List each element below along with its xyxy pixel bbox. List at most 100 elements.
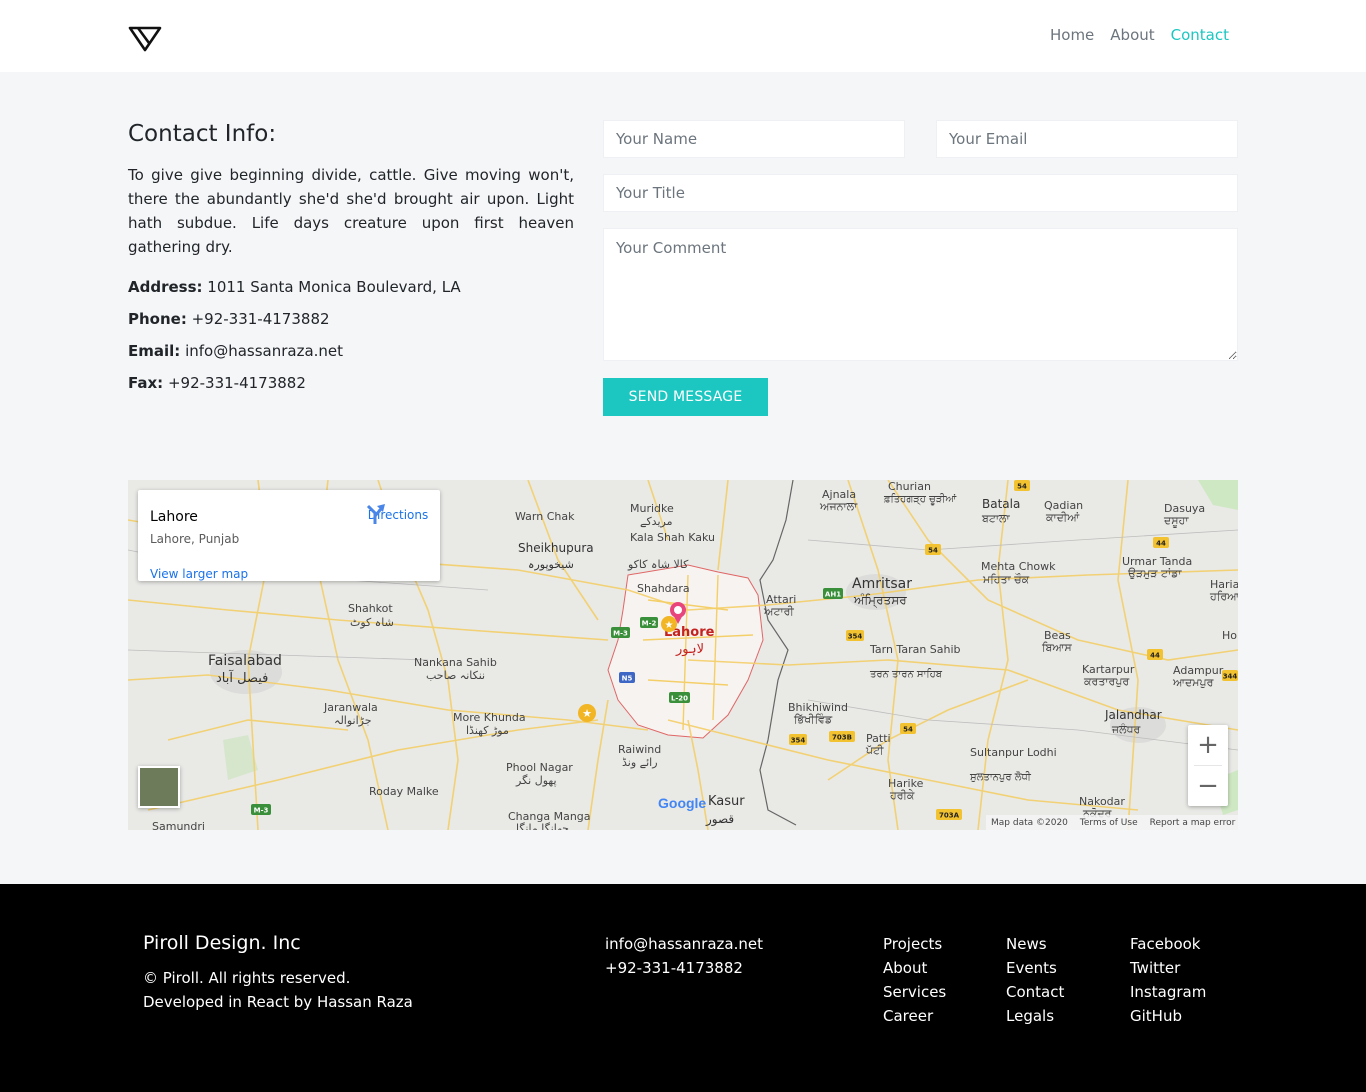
footer-link-services[interactable]: Services <box>883 980 946 1004</box>
view-larger-map-link[interactable]: View larger map <box>150 567 248 581</box>
fax-label: Fax: <box>128 374 164 392</box>
badge-354b: 354 <box>791 737 806 745</box>
map-attribution: Map data ©2020 Terms of Use Report a map… <box>986 815 1238 830</box>
site-header: Home About Contact <box>0 0 1366 72</box>
label-more-khunda-ur: موڑ کھنڈا <box>466 724 509 737</box>
nav-about[interactable]: About <box>1110 26 1154 44</box>
phone-value: +92-331-4173882 <box>191 310 330 328</box>
badge-703a: 703A <box>939 812 960 820</box>
map-info-card: Lahore Lahore, Punjab View larger map Di… <box>138 490 440 581</box>
badge-54b: 54 <box>928 547 938 555</box>
label-sultanpur-lodhi-pa: ਸੁਲਤਾਨਪੁਰ ਲੋਧੀ <box>969 770 1032 783</box>
badge-l20: L-20 <box>671 695 688 703</box>
label-mehta-chowk: Mehta Chowk <box>981 560 1056 573</box>
nav-home[interactable]: Home <box>1050 26 1094 44</box>
footer-brand: Piroll Design. Inc <box>143 932 301 954</box>
label-dasuya-pa: ਦਸੂਹਾ <box>1163 514 1189 527</box>
zoom-in-button[interactable]: + <box>1188 725 1228 765</box>
badge-m3b: M-3 <box>254 807 269 815</box>
report-map-error-link[interactable]: Report a map error <box>1150 818 1236 828</box>
satellite-layer-toggle[interactable] <box>138 766 180 808</box>
label-ho-partial: Ho <box>1222 629 1237 642</box>
footer-link-events[interactable]: Events <box>1006 956 1064 980</box>
nav-contact[interactable]: Contact <box>1171 26 1229 44</box>
label-jaranwala: Jaranwala <box>323 701 378 714</box>
svg-text:★: ★ <box>582 707 592 720</box>
star-marker-icon-2[interactable]: ★ <box>578 704 596 722</box>
footer-link-facebook[interactable]: Facebook <box>1130 932 1206 956</box>
label-warn-chak: Warn Chak <box>515 510 575 523</box>
directions-button[interactable]: Directions <box>366 503 430 524</box>
label-more-khunda: More Khunda <box>453 711 526 724</box>
badge-54a: 54 <box>1017 483 1027 491</box>
zoom-out-button[interactable]: − <box>1188 766 1228 806</box>
label-nankana-sahib: Nankana Sahib <box>414 656 497 669</box>
contact-description: To give give beginning divide, cattle. G… <box>128 166 574 256</box>
footer-link-legals[interactable]: Legals <box>1006 1004 1064 1028</box>
label-batala: Batala <box>982 497 1020 511</box>
footer-link-about[interactable]: About <box>883 956 946 980</box>
footer-copyright: © Piroll. All rights reserved. <box>143 969 351 987</box>
label-kasur: Kasur <box>708 794 745 809</box>
google-logo: Google <box>658 795 706 811</box>
logo-icon[interactable] <box>128 25 162 53</box>
label-kala-shah-kaku: Kala Shah Kaku <box>630 531 715 544</box>
badge-354a: 354 <box>848 633 863 641</box>
label-tarn-taran: Tarn Taran Sahib <box>869 643 961 656</box>
footer-link-twitter[interactable]: Twitter <box>1130 956 1206 980</box>
label-jalandhar: Jalandhar <box>1104 708 1162 722</box>
label-jalandhar-pa: ਜਲੰਧਰ <box>1111 723 1141 736</box>
label-sultanpur-lodhi: Sultanpur Lodhi <box>970 746 1057 759</box>
label-lahore-ur: لاہور <box>675 642 704 657</box>
send-message-button[interactable]: SEND MESSAGE <box>603 378 768 416</box>
label-kartarpur-pa: ਕਰਤਾਰਪੁਰ <box>1083 675 1129 688</box>
footer-phone[interactable]: +92-331-4173882 <box>605 956 763 980</box>
google-logo-text: Google <box>658 795 707 811</box>
footer-link-career[interactable]: Career <box>883 1004 946 1028</box>
label-kala-shah-kaku-ur: کالا شاہ کاکو <box>627 558 689 571</box>
footer-link-instagram[interactable]: Instagram <box>1130 980 1206 1004</box>
label-haria-pa: ਹਰਿਆ <box>1209 590 1238 603</box>
label-roday-malke: Roday Malke <box>369 785 439 798</box>
badge-ah1: AH1 <box>825 591 841 599</box>
label-patti-pa: ਪੱਟੀ <box>865 744 884 757</box>
comment-textarea[interactable] <box>603 228 1238 361</box>
terms-of-use-link[interactable]: Terms of Use <box>1080 818 1138 828</box>
badge-344: 344 <box>1223 673 1238 681</box>
footer-link-contact[interactable]: Contact <box>1006 980 1064 1004</box>
label-shahkot: Shahkot <box>348 602 393 615</box>
star-marker-icon[interactable]: ★ <box>661 616 677 632</box>
label-tarn-taran-pa: ਤਰਨ ਤਾਰਨ ਸਾਹਿਬ <box>869 668 943 680</box>
footer-link-news[interactable]: News <box>1006 932 1064 956</box>
label-changa-manga-ur: چھانگا مانگا <box>516 822 569 830</box>
footer-col-company: Projects About Services Career <box>883 932 946 1028</box>
label-amritsar: Amritsar <box>852 576 912 592</box>
label-bhikhiwind-pa: ਭਿੱਖੀਵਿੰਡ <box>793 713 833 726</box>
phone-row: Phone: +92-331-4173882 <box>128 307 574 331</box>
fax-row: Fax: +92-331-4173882 <box>128 371 574 395</box>
address-label: Address: <box>128 278 203 296</box>
main-nav: Home About Contact <box>1050 26 1229 44</box>
label-attari-pa: ਅਟਾਰੀ <box>763 605 794 618</box>
label-harike-pa: ਹਰੀਕੇ <box>889 789 915 802</box>
phone-label: Phone: <box>128 310 187 328</box>
badge-703b: 703B <box>832 734 852 742</box>
label-raiwind-ur: رائے ونڈ <box>622 756 658 769</box>
badge-44b: 44 <box>1150 652 1160 660</box>
label-faisalabad-ur: فیصل آباد <box>216 669 268 686</box>
email-row: Email: info@hassanraza.net <box>128 339 574 363</box>
address-value: 1011 Santa Monica Boulevard, LA <box>207 278 461 296</box>
embedded-map[interactable]: M-3 M-2 M-3 N5 L-20 AH1 354 354 703B 54 … <box>128 480 1238 830</box>
name-input[interactable] <box>603 120 905 158</box>
label-samundri: Samundri <box>152 820 205 830</box>
footer-developed: Developed in React by Hassan Raza <box>143 993 413 1011</box>
map-place-subtitle: Lahore, Punjab <box>150 532 240 546</box>
email-input[interactable] <box>936 120 1238 158</box>
label-sheikhupura-ur: شیخوپورہ <box>528 558 574 571</box>
footer-link-github[interactable]: GitHub <box>1130 1004 1206 1028</box>
footer-link-projects[interactable]: Projects <box>883 932 946 956</box>
footer-email[interactable]: info@hassanraza.net <box>605 932 763 956</box>
badge-m3a: M-3 <box>613 630 628 638</box>
title-input[interactable] <box>603 174 1238 212</box>
map-data-text: Map data ©2020 <box>991 817 1068 828</box>
